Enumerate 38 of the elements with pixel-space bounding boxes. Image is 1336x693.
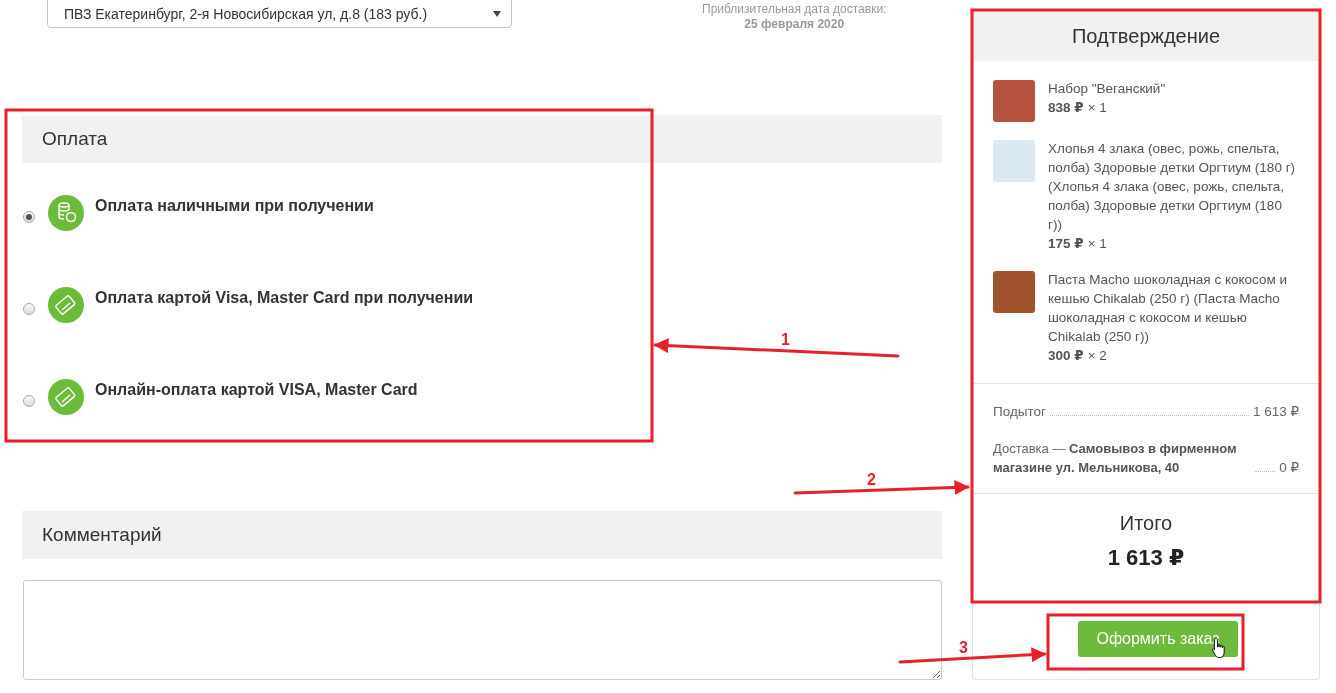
total-value: 1 613 ₽ (1107, 545, 1185, 571)
product-quantity: × 1 (1087, 235, 1107, 253)
payment-option-label[interactable]: Оплата наличными при получении (95, 197, 374, 215)
annotation-number: 3 (959, 639, 968, 657)
card-icon (48, 379, 84, 415)
product-price: 838 ₽ (1048, 99, 1084, 117)
section-header: Оплата (22, 115, 942, 163)
payment-option-label[interactable]: Оплата картой Visa, Master Card при получении (95, 289, 474, 307)
coins-icon (48, 195, 84, 231)
photo-placeholder (993, 140, 1035, 182)
radio-button[interactable] (23, 395, 35, 407)
product-price: 300 ₽ (1048, 347, 1084, 365)
product-name: Набор "Веганский" (1048, 80, 1166, 98)
comment-field[interactable] (23, 580, 942, 680)
delivery-date-label: Приблизительная дата доставки: (702, 2, 887, 17)
card-header: Подтверждение (973, 11, 1319, 61)
payment-option-label[interactable]: Онлайн-оплата картой VISA, Master Card (95, 381, 418, 399)
photo-placeholder (993, 271, 1035, 313)
product-quantity: × 1 (1087, 99, 1107, 117)
photo-placeholder (993, 80, 1035, 122)
caret-icon (493, 11, 501, 17)
pickup-select[interactable]: ПВЗ Екатеринбург, 2-я Новосибирская ул, д.8 (183 руб.) (47, 0, 512, 28)
card-icon (48, 287, 84, 323)
subtotal-value: 1 613 ₽ (1252, 403, 1299, 421)
radio-button[interactable] (23, 211, 35, 223)
product-name: Паста Macho шоколадная с кокосом и кешью Chikalab (250 г) (Паста Macho шоколадная с кокосом и кешью Chikalab (250 г)) (1048, 271, 1289, 346)
total-label: Итого (1119, 512, 1173, 535)
annotation-number: 1 (781, 331, 790, 349)
product-name: Хлопья 4 злака (овес, рожь, спельта, полба) Здоровые детки Оргтиум (180 г) (Хлопья 4 злака (овес, рожь, спельта, полба) Здоровые детки Оргтиум (180 г)) (1048, 140, 1297, 234)
product-quantity: × 2 (1087, 347, 1107, 365)
delivery-date: 25 февраля 2020 (744, 17, 845, 32)
delivery-method: Доставка — Самовывоз в фирменном магазине ул. Мельникова, 40 (993, 440, 1238, 477)
section-header: Комментарий (22, 511, 942, 559)
delivery-value: 0 ₽ (1279, 459, 1299, 477)
annotation-number: 2 (867, 471, 876, 489)
subtotal-label: Подытог (993, 403, 1046, 421)
radio-button[interactable] (23, 303, 35, 315)
product-price: 175 ₽ (1048, 235, 1084, 253)
